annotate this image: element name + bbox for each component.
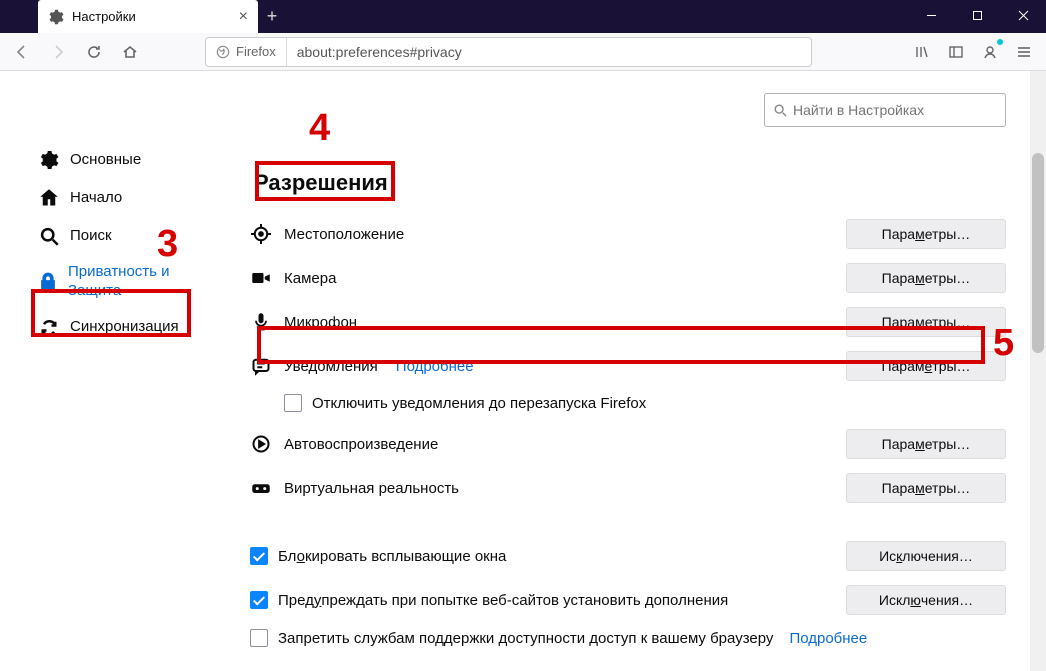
sidebar-item-label: Поиск [70, 227, 112, 246]
firefox-icon [216, 45, 230, 59]
notifications-settings-button[interactable]: Параметры… [846, 351, 1006, 381]
gear-icon [38, 149, 60, 171]
back-button[interactable] [6, 37, 38, 67]
navbar: Firefox [0, 33, 1046, 71]
reload-button[interactable] [78, 37, 110, 67]
sidebar-item-label: Основные [70, 151, 141, 170]
autoplay-icon [250, 433, 272, 455]
gear-icon [48, 9, 64, 25]
sidebar-item-label: Синхронизация [70, 318, 179, 337]
vr-settings-button[interactable]: Параметры… [846, 473, 1006, 503]
section-title-permissions: Разрешения [250, 168, 392, 200]
sidebar-item-general[interactable]: Основные [32, 141, 204, 179]
block-a11y-checkbox[interactable] [250, 629, 268, 647]
block-a11y-row: Запретить службам поддержки доступности … [250, 622, 1006, 654]
block-popups-row: Блокировать всплывающие окна Исключения… [250, 534, 1006, 578]
vr-icon [250, 477, 272, 499]
library-button[interactable] [906, 37, 938, 67]
checkbox-label: Блокировать всплывающие окна [278, 548, 506, 565]
sidebar-item-search[interactable]: Поиск [32, 217, 204, 255]
camera-settings-button[interactable]: Параметры… [846, 263, 1006, 293]
permission-label: Микрофон [284, 314, 357, 331]
sync-icon [38, 317, 60, 339]
permission-label: Камера [284, 270, 336, 287]
preferences-search-input[interactable] [793, 102, 997, 118]
close-window-button[interactable] [1000, 0, 1046, 30]
sidebar-item-label: Начало [70, 189, 122, 208]
sidebar-item-privacy[interactable]: Приватность и Защита [32, 255, 204, 309]
notification-icon [250, 355, 272, 377]
sidebar-item-home[interactable]: Начало [32, 179, 204, 217]
notifications-pause-row: Отключить уведомления до перезапуска Fir… [250, 388, 1006, 422]
preferences-search[interactable] [764, 93, 1006, 127]
url-identity-label: Firefox [236, 44, 276, 59]
vertical-scrollbar[interactable] [1030, 71, 1046, 671]
search-icon [38, 225, 60, 247]
maximize-button[interactable] [954, 0, 1000, 30]
camera-icon [250, 267, 272, 289]
permission-row-microphone: Микрофон Параметры… [250, 300, 1006, 344]
permission-label: Уведомления [284, 358, 378, 375]
url-input[interactable] [287, 38, 811, 66]
notifications-learn-more-link[interactable]: Подробнее [396, 358, 474, 375]
browser-tab[interactable]: Настройки × [38, 0, 258, 33]
addons-exceptions-button[interactable]: Исключения… [846, 585, 1006, 615]
permission-row-location: Местоположение Параметры… [250, 212, 1006, 256]
preferences-main: Разрешения Местоположение Параметры… Кам… [210, 71, 1046, 671]
window-controls [908, 0, 1046, 30]
new-tab-button[interactable]: + [258, 2, 286, 30]
autoplay-settings-button[interactable]: Параметры… [846, 429, 1006, 459]
annotation-number-4: 4 [309, 107, 330, 150]
forward-button[interactable] [42, 37, 74, 67]
lock-icon [38, 271, 58, 293]
preferences-sidebar: Основные Начало Поиск Приватность и Защи… [0, 71, 210, 671]
annotation-number-3: 3 [157, 223, 178, 266]
tab-title: Настройки [72, 9, 231, 24]
url-identity[interactable]: Firefox [206, 38, 287, 66]
annotation-number-5: 5 [993, 322, 1014, 365]
permission-row-vr: Виртуальная реальность Параметры… [250, 466, 1006, 510]
sidebar-item-sync[interactable]: Синхронизация [32, 309, 204, 347]
home-button[interactable] [114, 37, 146, 67]
microphone-icon [250, 311, 272, 333]
checkbox-label: Запретить службам поддержки доступности … [278, 630, 773, 647]
permission-label: Виртуальная реальность [284, 480, 459, 497]
sidebar-item-label: Приватность и Защита [68, 263, 198, 301]
warn-addons-checkbox[interactable] [250, 591, 268, 609]
menu-button[interactable] [1008, 37, 1040, 67]
permission-label: Местоположение [284, 226, 404, 243]
notifications-pause-checkbox[interactable] [284, 394, 302, 412]
checkbox-label: Отключить уведомления до перезапуска Fir… [312, 395, 646, 412]
urlbar[interactable]: Firefox [205, 37, 812, 67]
location-settings-button[interactable]: Параметры… [846, 219, 1006, 249]
microphone-settings-button[interactable]: Параметры… [846, 307, 1006, 337]
search-icon [773, 103, 787, 117]
location-icon [250, 223, 272, 245]
permission-row-autoplay: Автовоспроизведение Параметры… [250, 422, 1006, 466]
checkbox-label: Предупреждать при попытке веб-сайтов уст… [278, 592, 728, 609]
titlebar: Настройки × + [0, 0, 1046, 33]
tab-close-icon[interactable]: × [239, 8, 248, 26]
minimize-button[interactable] [908, 0, 954, 30]
account-button[interactable] [974, 37, 1006, 67]
popup-exceptions-button[interactable]: Исключения… [846, 541, 1006, 571]
permission-label: Автовоспроизведение [284, 436, 438, 453]
warn-addons-row: Предупреждать при попытке веб-сайтов уст… [250, 578, 1006, 622]
block-popups-checkbox[interactable] [250, 547, 268, 565]
content-area: Основные Начало Поиск Приватность и Защи… [0, 71, 1046, 671]
permission-row-notifications: Уведомления Подробнее Параметры… [250, 344, 1006, 388]
sidebar-button[interactable] [940, 37, 972, 67]
permission-row-camera: Камера Параметры… [250, 256, 1006, 300]
home-icon [38, 187, 60, 209]
a11y-learn-more-link[interactable]: Подробнее [789, 630, 867, 647]
